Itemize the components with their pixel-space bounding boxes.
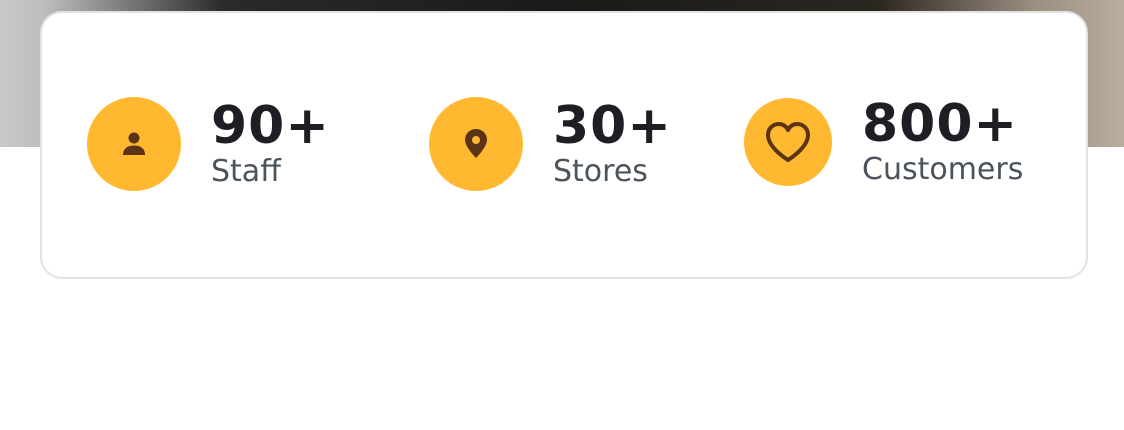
stat-label: Customers [862, 152, 1024, 187]
stat-value: 90+ [211, 96, 330, 156]
stat-label: Staff [211, 154, 281, 189]
person-icon [87, 97, 181, 191]
heart-icon [744, 98, 832, 186]
stat-value: 800+ [862, 94, 1019, 154]
stats-card: 90+ Staff 30+ Stores 800+ Customers [40, 11, 1088, 279]
stat-customers: 800+ Customers [744, 97, 1023, 187]
stat-stores: 30+ Stores [429, 97, 672, 191]
stat-label: Stores [553, 154, 648, 189]
stat-value: 30+ [553, 96, 672, 156]
stat-staff: 90+ Staff [87, 97, 330, 191]
location-pin-icon [429, 97, 523, 191]
